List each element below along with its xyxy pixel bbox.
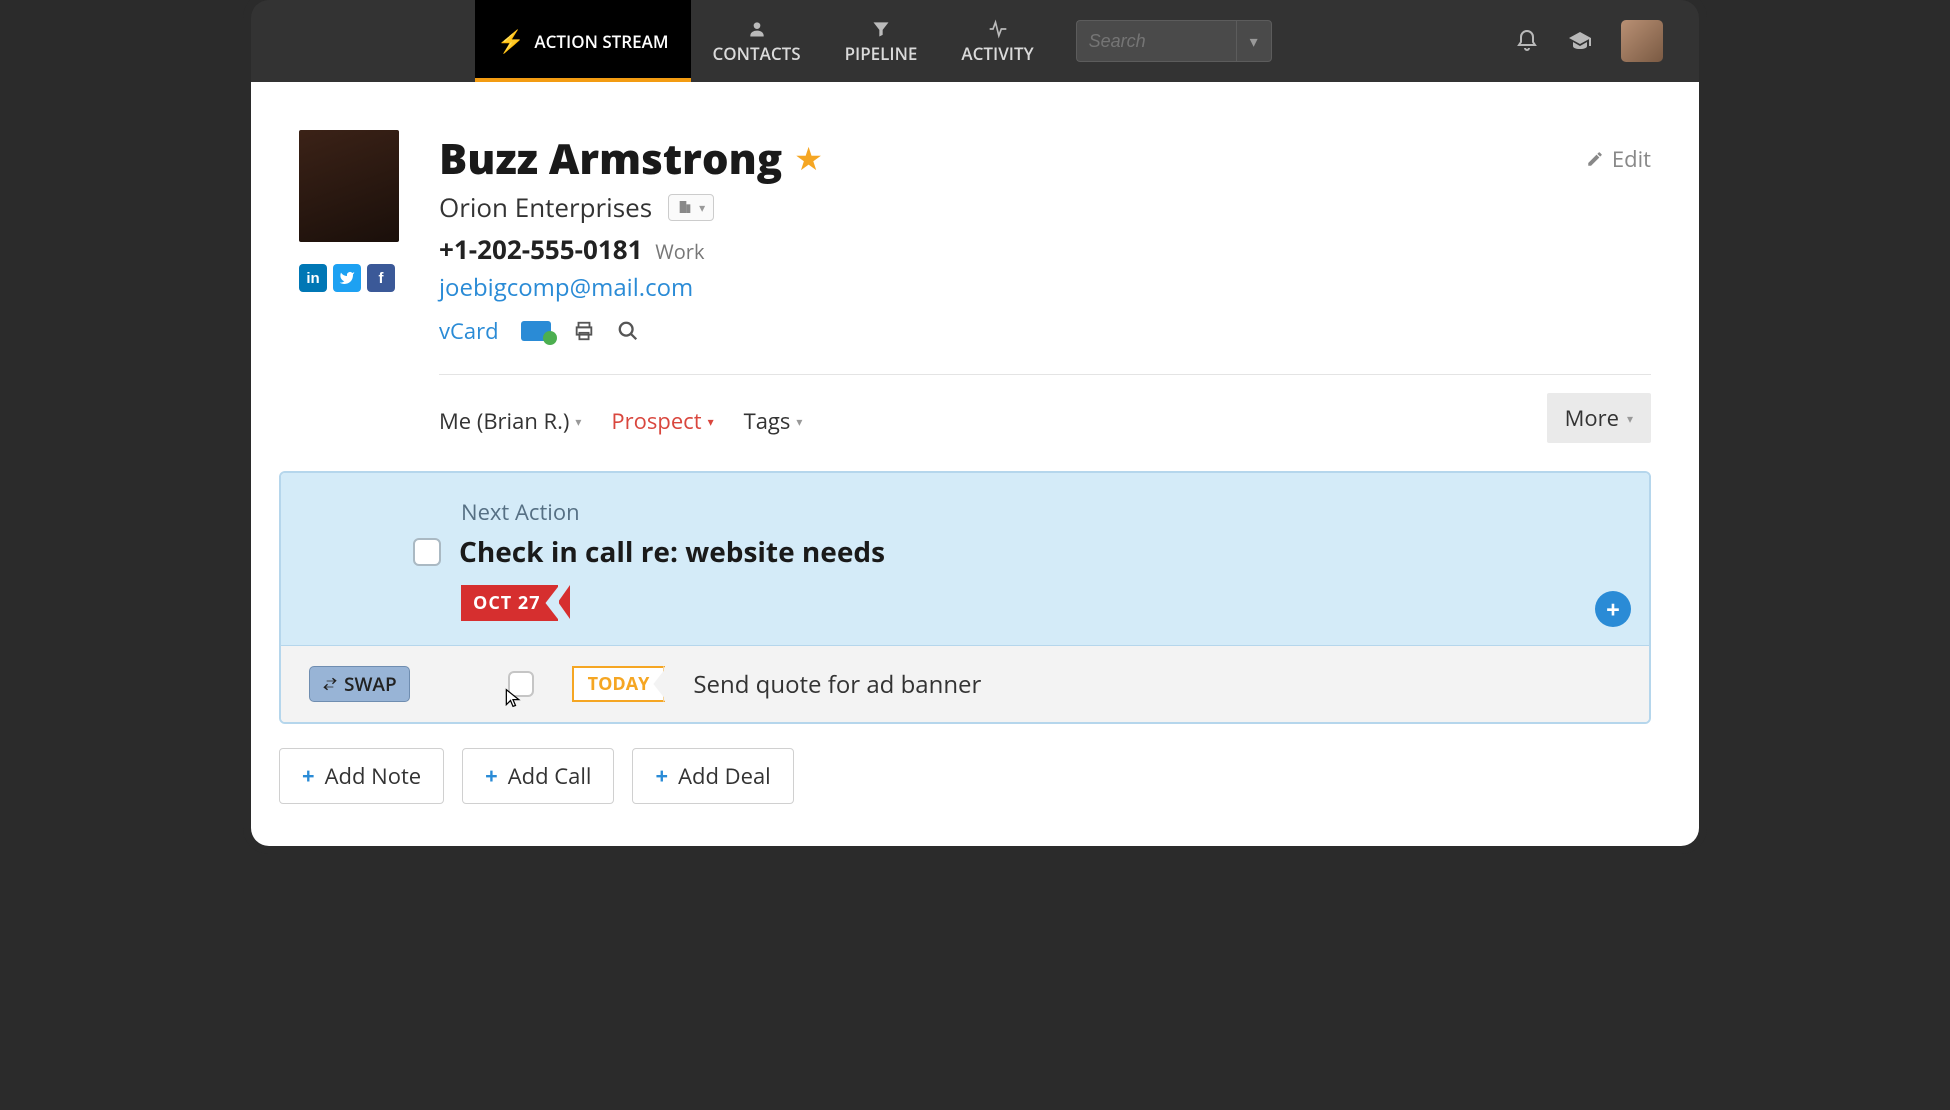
- contact-header: in f Buzz Armstrong ★ Edit: [299, 130, 1651, 804]
- company-name[interactable]: Orion Enterprises: [439, 189, 652, 225]
- graduation-icon[interactable]: [1567, 29, 1593, 53]
- company-dropdown[interactable]: ▾: [668, 194, 714, 221]
- next-action-date-flag: OCT 27: [461, 585, 558, 621]
- contact-card-icon[interactable]: [521, 321, 551, 341]
- nav-activity-label: ACTIVITY: [961, 42, 1033, 65]
- tools-row: vCard: [439, 316, 1651, 346]
- activity-icon: [986, 18, 1010, 40]
- secondary-action-title: Send quote for ad banner: [693, 668, 981, 701]
- today-label: TODAY: [588, 672, 650, 696]
- next-action-label: Next Action: [461, 497, 1621, 527]
- divider: [439, 374, 1651, 375]
- plus-icon: +: [302, 761, 315, 791]
- today-flag: TODAY: [572, 666, 666, 702]
- nav-activity[interactable]: ACTIVITY: [939, 0, 1055, 82]
- chevron-down-icon: ▾: [708, 413, 714, 430]
- contact-name: Buzz Armstrong: [439, 130, 782, 187]
- swap-label: SWAP: [344, 671, 397, 697]
- add-call-label: Add Call: [508, 761, 592, 791]
- search-dropdown[interactable]: ▾: [1236, 20, 1272, 62]
- funnel-icon: [871, 18, 891, 40]
- content-area: in f Buzz Armstrong ★ Edit: [251, 82, 1699, 846]
- search-input[interactable]: [1076, 20, 1236, 62]
- bolt-icon: ⚡: [497, 26, 524, 56]
- cursor-icon: [503, 688, 523, 708]
- phone-type: Work: [655, 238, 704, 265]
- facebook-icon[interactable]: f: [367, 264, 395, 292]
- filters-row: Me (Brian R.) ▾ Prospect ▾ Tags ▾ More ▾: [439, 399, 1651, 443]
- topbar-right: [1515, 0, 1699, 82]
- social-links: in f: [299, 264, 395, 292]
- owner-filter[interactable]: Me (Brian R.) ▾: [439, 406, 581, 436]
- actions-panel: Next Action Check in call re: website ne…: [279, 471, 1651, 724]
- email-link[interactable]: joebigcomp@mail.com: [439, 271, 693, 304]
- edit-button[interactable]: Edit: [1586, 144, 1651, 174]
- add-deal-label: Add Deal: [678, 761, 771, 791]
- building-icon: [677, 199, 693, 215]
- more-button[interactable]: More ▾: [1547, 393, 1651, 443]
- chevron-down-icon: ▾: [575, 413, 581, 430]
- next-action-title: Check in call re: website needs: [459, 533, 885, 571]
- chevron-down-icon: ▾: [1627, 410, 1633, 427]
- add-action-button[interactable]: +: [1595, 591, 1631, 627]
- user-avatar[interactable]: [1621, 20, 1663, 62]
- add-deal-button[interactable]: + Add Deal: [632, 748, 793, 804]
- nav-pipeline-label: PIPELINE: [845, 42, 918, 65]
- plus-icon: +: [485, 761, 498, 791]
- edit-label: Edit: [1612, 144, 1651, 174]
- next-action-date: OCT 27: [473, 591, 540, 615]
- print-icon[interactable]: [573, 320, 595, 342]
- person-icon: [747, 18, 767, 40]
- search-icon[interactable]: [617, 320, 639, 342]
- owner-filter-label: Me (Brian R.): [439, 406, 569, 436]
- secondary-action-row[interactable]: SWAP TODAY Send quote for ad banner: [281, 646, 1649, 722]
- twitter-icon[interactable]: [333, 264, 361, 292]
- add-note-label: Add Note: [325, 761, 422, 791]
- next-action-card[interactable]: Next Action Check in call re: website ne…: [281, 473, 1649, 646]
- nav-action-stream[interactable]: ⚡ ACTION STREAM: [475, 0, 691, 82]
- chevron-down-icon: ▾: [796, 413, 802, 430]
- tags-filter-label: Tags: [744, 406, 791, 436]
- add-note-button[interactable]: + Add Note: [279, 748, 444, 804]
- plus-icon: +: [655, 761, 668, 791]
- add-buttons-row: + Add Note + Add Call + Add Deal: [279, 748, 1651, 804]
- top-nav: ⚡ ACTION STREAM CONTACTS PIPELINE ACTIVI…: [251, 0, 1699, 82]
- nav-contacts-label: CONTACTS: [713, 42, 801, 65]
- contact-photo[interactable]: [299, 130, 399, 242]
- nav-action-stream-label: ACTION STREAM: [534, 30, 668, 53]
- chevron-down-icon: ▾: [699, 199, 705, 216]
- star-icon[interactable]: ★: [794, 137, 823, 180]
- more-label: More: [1565, 403, 1619, 433]
- tags-filter[interactable]: Tags ▾: [744, 406, 803, 436]
- phone-row: +1-202-555-0181 Work: [439, 231, 1651, 267]
- status-filter-label: Prospect: [611, 406, 701, 436]
- search-box: ▾: [1076, 20, 1272, 62]
- status-filter[interactable]: Prospect ▾: [611, 406, 713, 436]
- next-action-checkbox[interactable]: [413, 538, 441, 566]
- swap-icon: [322, 676, 338, 692]
- swap-button[interactable]: SWAP: [309, 666, 410, 702]
- app-window: ⚡ ACTION STREAM CONTACTS PIPELINE ACTIVI…: [251, 0, 1699, 846]
- add-call-button[interactable]: + Add Call: [462, 748, 614, 804]
- pencil-icon: [1586, 150, 1604, 168]
- bell-icon[interactable]: [1515, 29, 1539, 53]
- info-column: Buzz Armstrong ★ Edit Orion Enterprises …: [439, 130, 1651, 804]
- linkedin-icon[interactable]: in: [299, 264, 327, 292]
- vcard-link[interactable]: vCard: [439, 316, 499, 346]
- nav-pipeline[interactable]: PIPELINE: [823, 0, 940, 82]
- phone-number[interactable]: +1-202-555-0181: [439, 231, 643, 267]
- nav-contacts[interactable]: CONTACTS: [691, 0, 823, 82]
